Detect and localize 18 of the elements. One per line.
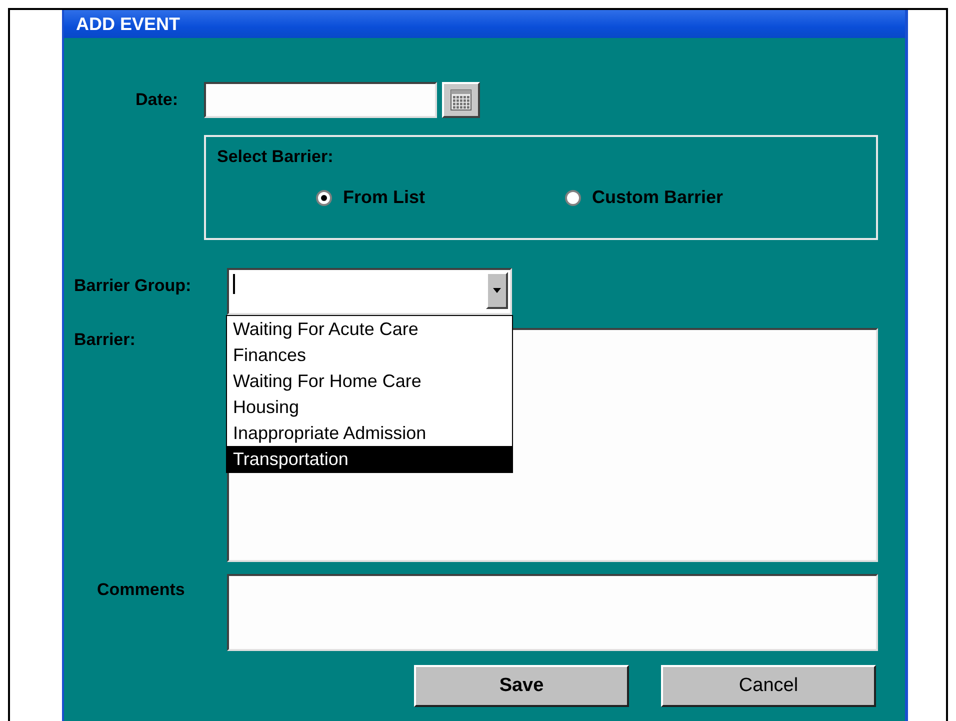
date-label: Date: [134,89,179,110]
caret-icon [493,288,501,293]
cancel-button[interactable]: Cancel [661,665,876,707]
dropdown-option[interactable]: Transportation [227,446,512,472]
group-legend: Select Barrier: [217,147,334,167]
barrier-group-label: Barrier Group: [73,275,192,296]
save-button[interactable]: Save [414,665,629,707]
date-field[interactable] [204,82,437,118]
calendar-button[interactable] [442,82,480,118]
comments-label: Comments [96,579,186,600]
radio-option[interactable]: Custom Barrier [565,187,724,208]
dropdown-button[interactable] [486,272,508,309]
comments-field[interactable] [227,574,878,651]
radio-option[interactable]: From List [316,187,426,208]
calendar-icon [450,89,472,111]
barrier-label: Barrier: [73,329,136,350]
window-title: ADD EVENT [64,10,905,38]
barrier-group-combobox[interactable] [227,268,512,315]
